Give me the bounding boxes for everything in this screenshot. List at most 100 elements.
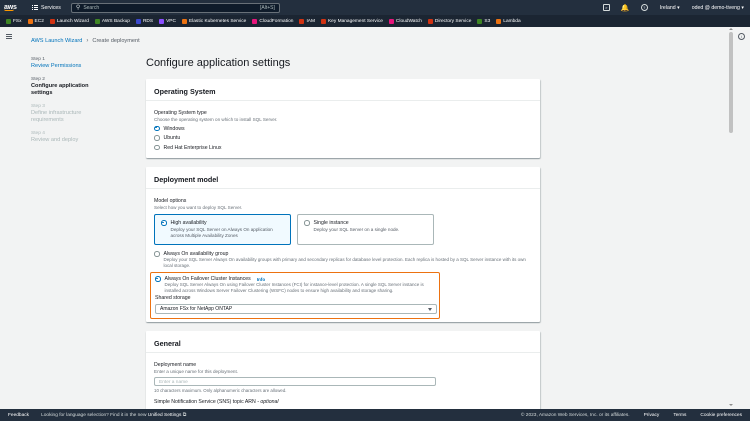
deployment-name-input[interactable]: Enter a name [154, 377, 436, 386]
service-icon [299, 18, 305, 24]
os-type-description: Choose the operating system on which to … [154, 117, 278, 122]
service-icon [388, 18, 394, 24]
favorites-bar: FSx EC2 Launch Wizard AWS Backup RDS VPC Elast… [0, 15, 750, 27]
tile-single-instance[interactable]: Single instance Deploy your SQL Server o… [297, 214, 434, 245]
search-placeholder: Search [83, 4, 100, 11]
step-review-deploy: Review and deploy [31, 136, 79, 143]
favorite-s3[interactable]: S3 [477, 18, 491, 24]
service-icon [320, 18, 326, 24]
sns-optional-text: - optional [255, 399, 279, 405]
favorite-aws-backup[interactable]: AWS Backup [94, 18, 130, 24]
cookie-preferences-link[interactable]: Cookie preferences [700, 413, 742, 418]
services-menu-button[interactable]: Services [32, 4, 61, 11]
service-icon [135, 18, 141, 24]
terms-link[interactable]: Terms [673, 413, 686, 418]
step-number: Step 2 [31, 76, 45, 82]
favorite-key-management-service[interactable]: Key Management Service [320, 18, 383, 24]
account-label: oded @ demo-tiveng [691, 4, 740, 11]
step-4: Step 4 Review and deploy [31, 131, 131, 145]
favorite-rds[interactable]: RDS [135, 18, 153, 24]
radio-rhel[interactable]: Red Hat Enterprise Linux [154, 145, 532, 151]
favorite-directory-service[interactable]: Directory Service [427, 18, 471, 24]
radio-button[interactable] [154, 144, 160, 151]
radio-button-checked[interactable] [154, 125, 160, 132]
radio-button-checked[interactable] [161, 220, 167, 226]
option-failover-cluster-highlight: Always On Failover Cluster Instances Info… [150, 272, 440, 320]
menu-icon[interactable] [6, 34, 12, 39]
service-icon [181, 18, 187, 24]
model-tiles: High availability Deploy your SQL Server… [154, 214, 532, 245]
info-link[interactable]: Info [257, 277, 265, 282]
scrollbar-thumb[interactable] [729, 32, 733, 133]
aws-logo[interactable]: aws [4, 4, 22, 11]
favorite-cloudformation[interactable]: CloudFormation [252, 18, 294, 24]
tile-high-availability[interactable]: High availability Deploy your SQL Server… [154, 214, 291, 245]
deployment-name-description: Enter a unique name for this deployment. [154, 369, 239, 374]
region-selector[interactable]: Ireland ▾ [660, 5, 680, 11]
shared-storage-label: Shared storage [155, 295, 191, 302]
favorite-label: Key Management Service [327, 18, 383, 24]
radio-button[interactable] [154, 251, 160, 257]
option-availability-group[interactable]: Always On availability group Deploy your… [154, 251, 532, 268]
favorite-elastic-kubernetes-service[interactable]: Elastic Kubernetes Service [181, 18, 246, 24]
service-icon [427, 18, 433, 24]
info-panel-icon[interactable]: i [738, 33, 745, 40]
os-type-label: Operating System type [154, 110, 207, 116]
nav-right-group: > 🔔 ? Ireland ▾ oded @ demo-tiveng ▾ [602, 0, 744, 15]
favorite-iam[interactable]: IAM [299, 18, 315, 24]
radio-button-checked[interactable] [155, 276, 161, 282]
service-icon [6, 18, 11, 24]
radio-button[interactable] [154, 135, 160, 141]
step-1: Step 1 Review Permissions [31, 57, 131, 71]
sns-label-text: Simple Notification Service (SNS) topic … [154, 399, 256, 405]
favorite-fsx[interactable]: FSx [6, 18, 22, 24]
favorite-cloudwatch[interactable]: CloudWatch [388, 18, 422, 24]
chevron-down-icon: ▾ [741, 4, 744, 11]
favorite-label: EC2 [34, 18, 44, 24]
feedback-link[interactable]: Feedback [8, 413, 29, 418]
region-label: Ireland [659, 4, 676, 11]
breadcrumb-root-link[interactable]: AWS Launch Wizard [31, 38, 82, 44]
radio-ubuntu[interactable]: Ubuntu [154, 135, 532, 141]
sns-topic-label: Simple Notification Service (SNS) topic … [154, 399, 532, 405]
wizard-steps: Step 1 Review Permissions Step 2 Configu… [31, 57, 131, 150]
privacy-link[interactable]: Privacy [644, 413, 660, 418]
bell-icon[interactable]: 🔔 [621, 4, 630, 12]
search-input[interactable]: ⚲ Search [Alt+S] [70, 2, 280, 13]
step-3: Step 3 Define infrastructure requirement… [31, 104, 131, 125]
deployment-model-panel: Deployment model Model options Select ho… [146, 167, 540, 322]
favorite-vpc[interactable]: VPC [159, 18, 176, 24]
radio-label: Windows [163, 125, 185, 132]
favorite-ec2[interactable]: EC2 [27, 18, 44, 24]
model-options-description: Select how you want to deploy SQL Server… [154, 205, 243, 210]
scroll-down-arrow-icon[interactable] [729, 404, 733, 406]
radio-button[interactable] [304, 220, 310, 226]
tile-description: Deploy your SQL Server on Always On appl… [170, 227, 273, 238]
favorite-lambda[interactable]: Lambda [496, 18, 521, 24]
page-title: Configure application settings [146, 57, 291, 69]
scroll-up-arrow-icon[interactable] [729, 28, 733, 30]
favorite-label: CloudFormation [259, 18, 294, 24]
tile-title: Single instance [313, 220, 349, 226]
model-options-label: Model options [154, 198, 187, 204]
panel-heading: Operating System [146, 79, 540, 101]
favorite-label: AWS Backup [101, 18, 130, 24]
radio-label: Red Hat Enterprise Linux [163, 144, 222, 151]
operating-system-panel: Operating System Operating System type C… [146, 79, 540, 158]
top-navigation: aws Services ⚲ Search [Alt+S] > 🔔 ? Irel… [0, 0, 750, 15]
search-icon: ⚲ [75, 5, 81, 11]
cloudshell-icon[interactable]: > [602, 4, 610, 11]
help-icon[interactable]: ? [640, 4, 648, 11]
radio-windows[interactable]: Windows [154, 126, 532, 132]
unified-settings-link[interactable]: Unified Settings [148, 413, 182, 418]
favorite-launch-wizard[interactable]: Launch Wizard [49, 18, 89, 24]
account-menu[interactable]: oded @ demo-tiveng ▾ [692, 5, 744, 11]
option-description: Deploy your SQL Server Always On availab… [163, 257, 526, 268]
step-number: Step 4 [31, 130, 45, 136]
step-number: Step 1 [31, 57, 45, 62]
shared-storage-select[interactable]: Amazon FSx for NetApp ONTAP [155, 304, 437, 315]
option-failover-cluster[interactable]: Always On Failover Cluster Instances Info… [155, 276, 435, 293]
services-label: Services [41, 4, 61, 11]
step-link-review-permissions[interactable]: Review Permissions [31, 63, 131, 71]
favorite-label: S3 [484, 18, 491, 24]
